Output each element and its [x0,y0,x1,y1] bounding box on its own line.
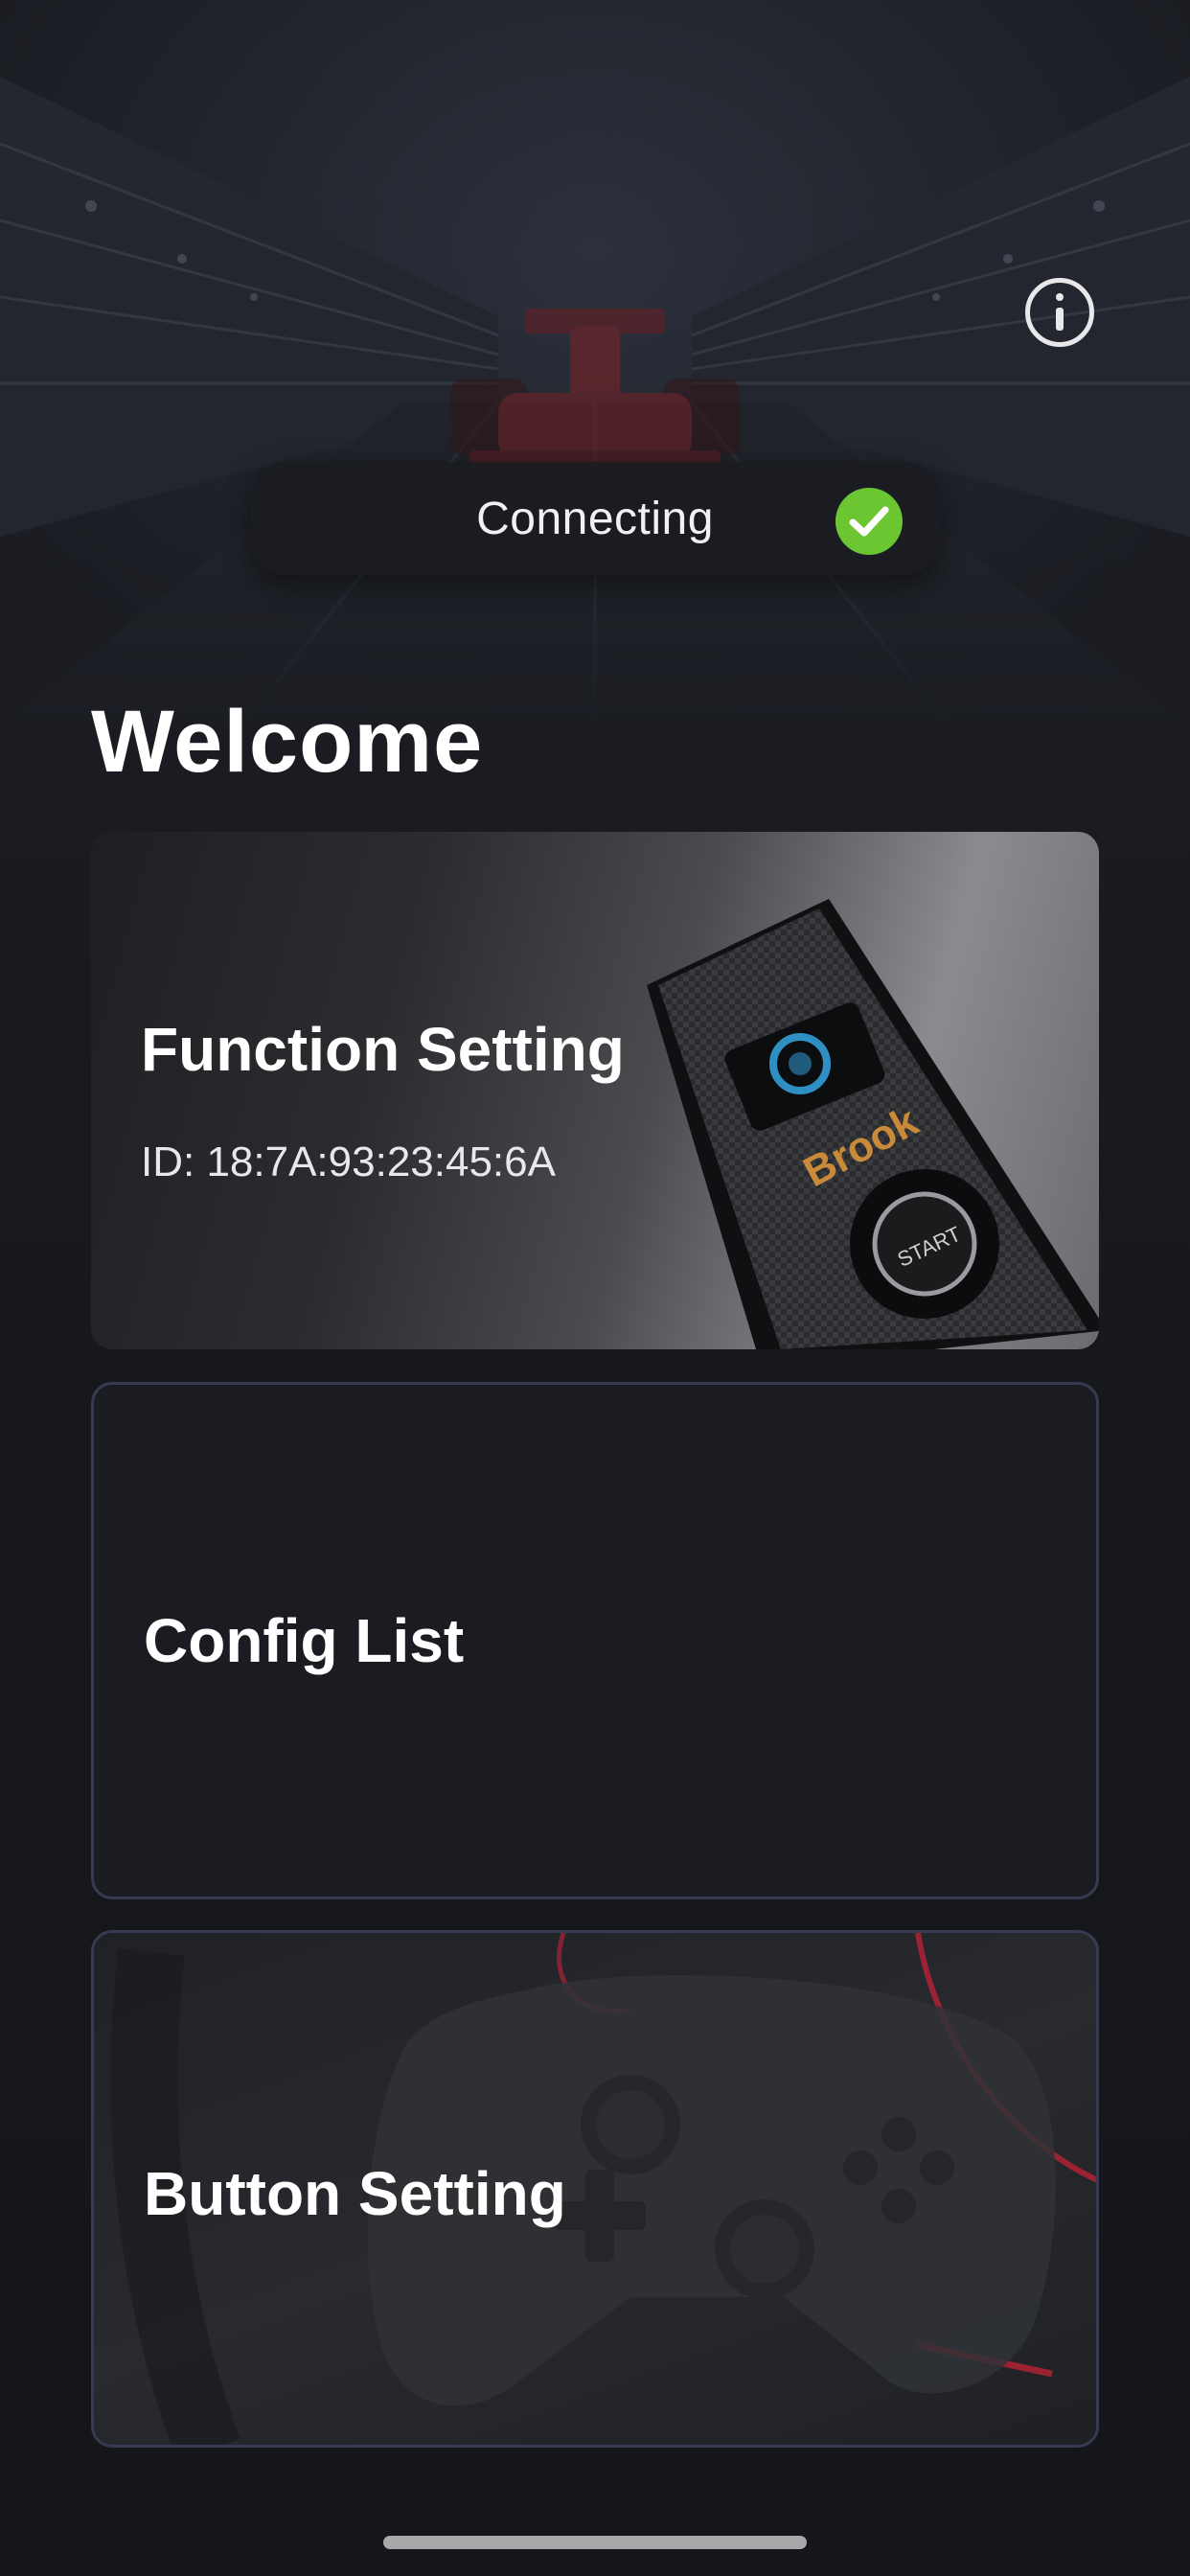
hero-racing-background [0,0,1190,728]
home-indicator[interactable] [383,2536,807,2549]
device-id-text: ID: 18:7A:93:23:45:6A [141,1138,556,1185]
info-glyph [1056,293,1064,332]
brook-device-image: Brook START [647,899,1099,1349]
function-setting-card[interactable]: Brook START Function Setting ID: 18:7A:9… [91,832,1099,1349]
app-screen: Connecting Welcome Brook START Function … [0,0,1190,2576]
info-icon[interactable] [1025,278,1094,347]
check-circle-icon [835,488,903,555]
button-setting-card[interactable]: Button Setting [91,1930,1099,2448]
connection-status-pill: Connecting [251,462,939,575]
config-list-title: Config List [144,1606,465,1675]
function-setting-title: Function Setting [141,1015,625,1084]
button-setting-title: Button Setting [144,2159,566,2228]
page-title: Welcome [91,693,484,791]
config-list-card[interactable]: Config List [91,1382,1099,1899]
